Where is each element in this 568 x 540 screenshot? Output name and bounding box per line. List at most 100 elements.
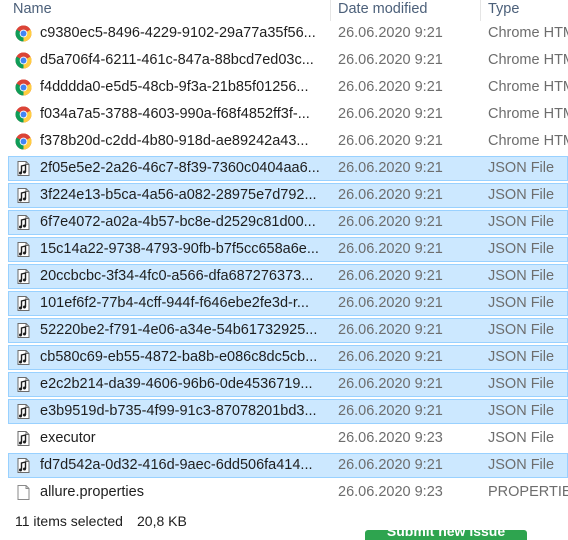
file-type: Chrome HTML Document (488, 25, 568, 41)
selection-size: 20,8 KB (137, 513, 187, 529)
file-date-modified: 26.06.2020 9:21 (338, 322, 443, 338)
blank-file-icon (15, 484, 32, 501)
file-type: JSON File (488, 376, 555, 392)
file-name: f4dddda0-e5d5-48cb-9f3a-21b85f01256... (40, 79, 309, 95)
file-name: allure.properties (40, 484, 144, 500)
file-date-modified: 26.06.2020 9:21 (338, 106, 443, 122)
file-name: 101ef6f2-77b4-4cff-944f-f646ebe2fe3d-r..… (40, 295, 309, 311)
json-file-icon (15, 376, 32, 393)
file-row[interactable]: cb580c69-eb55-4872-ba8b-e086c8dc5cb... 26… (8, 345, 568, 370)
file-row[interactable]: 52220be2-f791-4e06-a34e-54b61732925... 26… (8, 318, 568, 343)
file-date-modified: 26.06.2020 9:23 (338, 430, 443, 446)
file-name: executor (40, 430, 96, 446)
file-name: c9380ec5-8496-4229-9102-29a77a35f56... (40, 25, 316, 41)
file-date-modified: 26.06.2020 9:21 (338, 349, 443, 365)
file-row[interactable]: allure.properties 26.06.2020 9:23 PROPERTI… (8, 480, 568, 505)
file-type: Chrome HTML Document (488, 79, 568, 95)
file-date-modified: 26.06.2020 9:21 (338, 457, 443, 473)
column-divider[interactable] (330, 0, 331, 21)
submit-new-issue-button[interactable]: Submit new issue (365, 530, 527, 540)
file-type: Chrome HTML Document (488, 133, 568, 149)
file-name: f034a7a5-3788-4603-990a-f68f4852ff3f-... (40, 106, 310, 122)
chrome-icon (15, 25, 32, 42)
json-file-icon (15, 268, 32, 285)
json-file-icon (15, 403, 32, 420)
file-row[interactable]: 6f7e4072-a02a-4b57-bc8e-d2529c81d00... 26… (8, 210, 568, 235)
json-file-icon (15, 349, 32, 366)
file-type: JSON File (488, 403, 555, 419)
column-divider[interactable] (480, 0, 481, 21)
json-file-icon (15, 160, 32, 177)
file-type: JSON File (488, 349, 555, 365)
file-type: Chrome HTML Document (488, 106, 568, 122)
json-file-icon (15, 241, 32, 258)
selection-count: 11 items selected (15, 513, 123, 529)
file-row[interactable]: 2f05e5e2-2a26-46c7-8f39-7360c0404aa6... 2… (8, 156, 568, 181)
file-row[interactable]: f4dddda0-e5d5-48cb-9f3a-21b85f01256... 26… (8, 75, 568, 100)
file-name: 20ccbcbc-3f34-4fc0-a566-dfa687276373... (40, 268, 314, 284)
file-date-modified: 26.06.2020 9:21 (338, 376, 443, 392)
file-type: JSON File (488, 187, 555, 203)
file-type: JSON File (488, 457, 555, 473)
file-type: JSON File (488, 430, 555, 446)
file-row[interactable]: executor 26.06.2020 9:23 JSON File (8, 426, 568, 451)
file-name: 52220be2-f791-4e06-a34e-54b61732925... (40, 322, 318, 338)
file-name: 6f7e4072-a02a-4b57-bc8e-d2529c81d00... (40, 214, 316, 230)
file-date-modified: 26.06.2020 9:21 (338, 403, 443, 419)
file-date-modified: 26.06.2020 9:21 (338, 25, 443, 41)
file-row[interactable]: e2c2b214-da39-4606-96b6-0de4536719... 26.… (8, 372, 568, 397)
column-header-type[interactable]: Type (488, 0, 519, 20)
file-name: 2f05e5e2-2a26-46c7-8f39-7360c0404aa6... (40, 160, 320, 176)
file-name: fd7d542a-0d32-416d-9aec-6dd506fa414... (40, 457, 313, 473)
json-file-icon (15, 322, 32, 339)
submit-new-issue-label: Submit new issue (386, 530, 506, 539)
file-type: JSON File (488, 295, 555, 311)
chrome-icon (15, 52, 32, 69)
file-row[interactable]: 20ccbcbc-3f34-4fc0-a566-dfa687276373... 2… (8, 264, 568, 289)
file-row[interactable]: c9380ec5-8496-4229-9102-29a77a35f56... 26… (8, 21, 568, 46)
column-header-date-modified[interactable]: Date modified (338, 0, 427, 20)
file-row[interactable]: e3b9519d-b735-4f99-91c3-87078201bd3... 26… (8, 399, 568, 424)
file-name: d5a706f4-6211-461c-847a-88bcd7ed03c... (40, 52, 314, 68)
json-file-icon (15, 214, 32, 231)
file-row[interactable]: d5a706f4-6211-461c-847a-88bcd7ed03c... 26… (8, 48, 568, 73)
file-row[interactable]: 3f224e13-b5ca-4a56-a082-28975e7d792... 26… (8, 183, 568, 208)
file-name: cb580c69-eb55-4872-ba8b-e086c8dc5cb... (40, 349, 318, 365)
json-file-icon (15, 187, 32, 204)
file-date-modified: 26.06.2020 9:21 (338, 295, 443, 311)
file-date-modified: 26.06.2020 9:23 (338, 484, 443, 500)
file-name: f378b20d-c2dd-4b80-918d-ae89242a43... (40, 133, 309, 149)
file-type: JSON File (488, 322, 555, 338)
json-file-icon (15, 295, 32, 312)
file-row[interactable]: f378b20d-c2dd-4b80-918d-ae89242a43... 26.… (8, 129, 568, 154)
chrome-icon (15, 106, 32, 123)
json-file-icon (15, 457, 32, 474)
file-date-modified: 26.06.2020 9:21 (338, 52, 443, 68)
file-date-modified: 26.06.2020 9:21 (338, 241, 443, 257)
file-date-modified: 26.06.2020 9:21 (338, 133, 443, 149)
column-header-name[interactable]: Name (13, 0, 52, 20)
chrome-icon (15, 133, 32, 150)
file-date-modified: 26.06.2020 9:21 (338, 160, 443, 176)
column-header-bar: Name Date modified Type (0, 0, 568, 21)
file-date-modified: 26.06.2020 9:21 (338, 214, 443, 230)
file-date-modified: 26.06.2020 9:21 (338, 268, 443, 284)
json-file-icon (15, 430, 32, 447)
file-type: JSON File (488, 160, 555, 176)
file-name: 3f224e13-b5ca-4a56-a082-28975e7d792... (40, 187, 317, 203)
file-type: JSON File (488, 268, 555, 284)
file-name: e2c2b214-da39-4606-96b6-0de4536719... (40, 376, 313, 392)
file-name: e3b9519d-b735-4f99-91c3-87078201bd3... (40, 403, 317, 419)
file-row[interactable]: f034a7a5-3788-4603-990a-f68f4852ff3f-...… (8, 102, 568, 127)
file-date-modified: 26.06.2020 9:21 (338, 187, 443, 203)
chrome-icon (15, 79, 32, 96)
file-type: JSON File (488, 241, 555, 257)
file-row[interactable]: 101ef6f2-77b4-4cff-944f-f646ebe2fe3d-r..… (8, 291, 568, 316)
file-type: JSON File (488, 214, 555, 230)
file-name: 15c14a22-9738-4793-90fb-b7f5cc658a6e... (40, 241, 319, 257)
file-date-modified: 26.06.2020 9:21 (338, 79, 443, 95)
file-row[interactable]: fd7d542a-0d32-416d-9aec-6dd506fa414... 26… (8, 453, 568, 478)
file-type: Chrome HTML Document (488, 52, 568, 68)
file-type: PROPERTIES File (488, 484, 568, 500)
file-row[interactable]: 15c14a22-9738-4793-90fb-b7f5cc658a6e... 2… (8, 237, 568, 262)
